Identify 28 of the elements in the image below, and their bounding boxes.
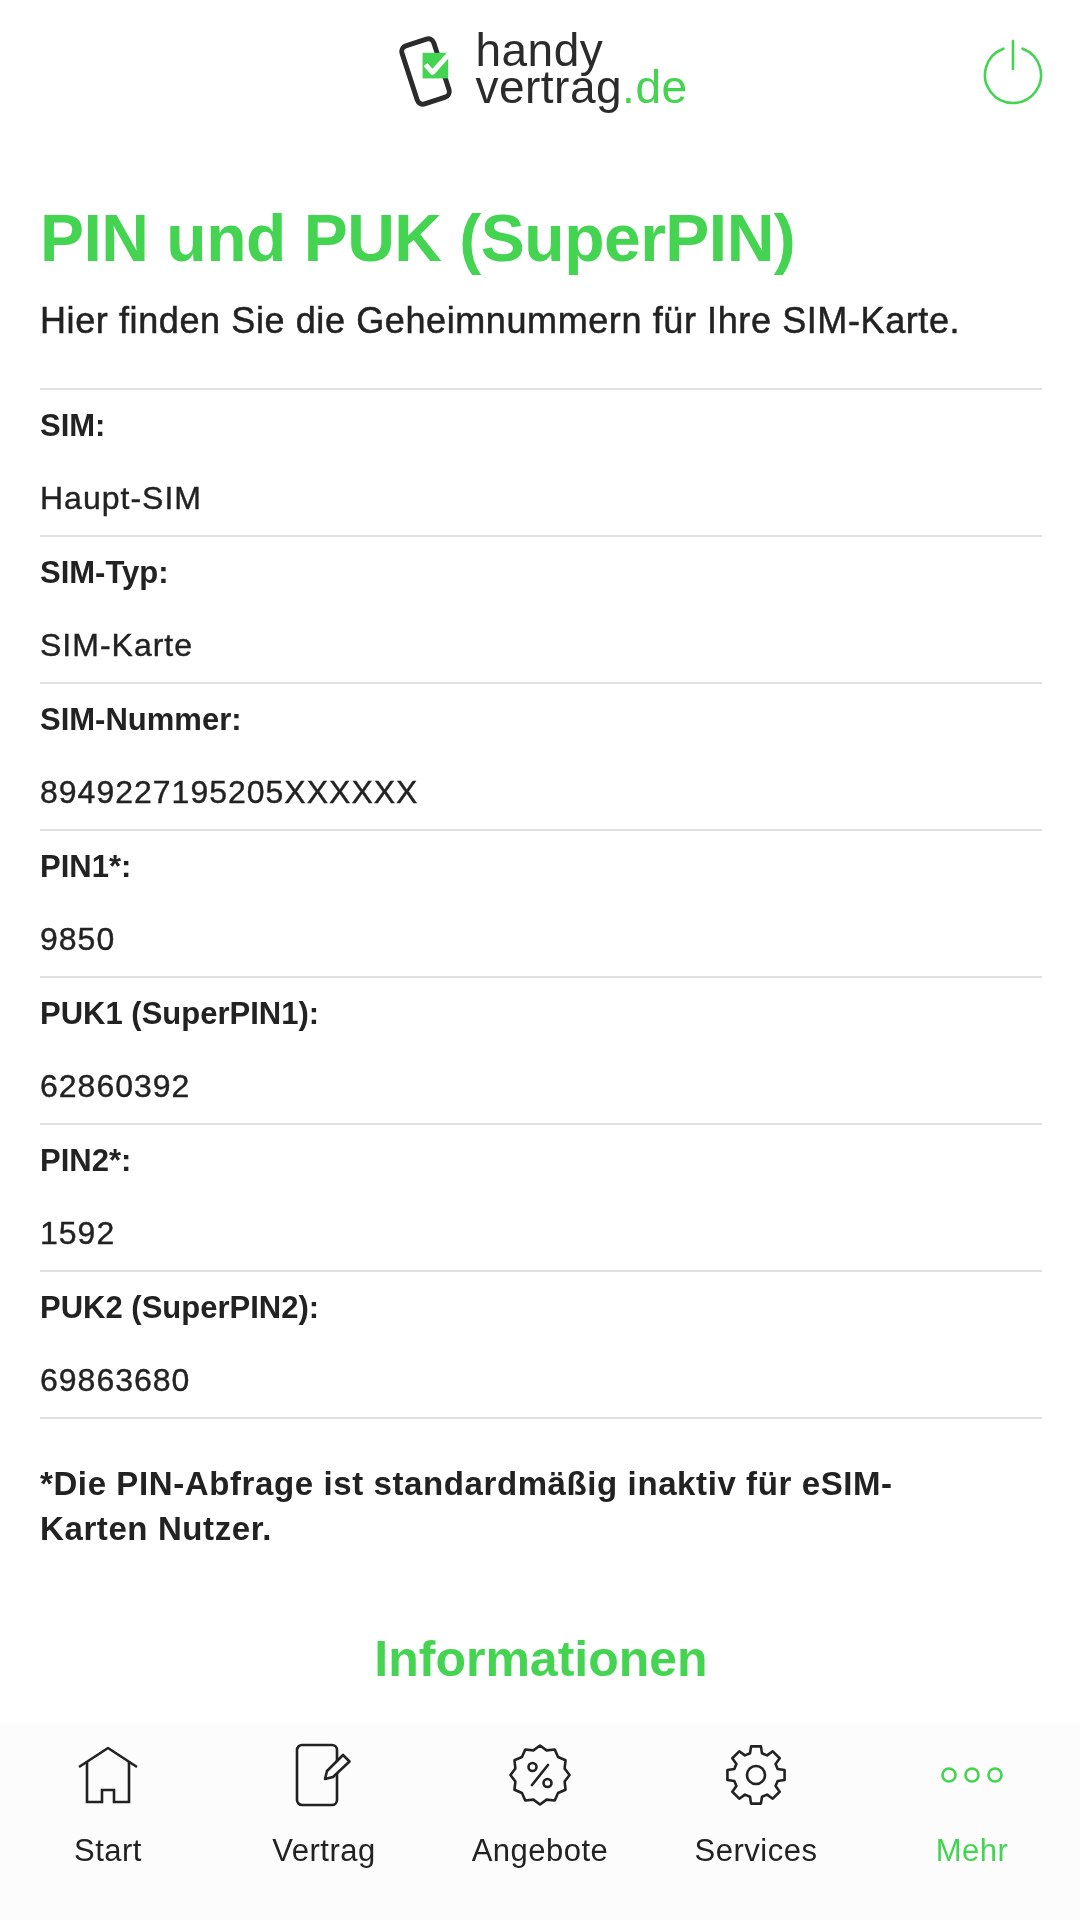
house-icon bbox=[76, 1746, 140, 1804]
section-heading: Informationen bbox=[373, 1630, 709, 1689]
field-label: PUK1 (SuperPIN1): bbox=[40, 995, 320, 1033]
field-label: SIM-Typ: bbox=[40, 554, 169, 592]
footnote: *Die PIN-Abfrage ist standardmäßig inaktiv für eSIM-Karten Nutzer. bbox=[40, 1464, 894, 1549]
tab-bar-item[interactable]: Vertrag bbox=[266, 1742, 382, 1870]
power-icon[interactable] bbox=[982, 39, 1044, 105]
page-title: PIN und PUK (SuperPIN) bbox=[40, 200, 797, 277]
three-dots-icon bbox=[940, 1766, 1004, 1784]
field-value: 1592 bbox=[40, 1214, 116, 1253]
field-value: 62860392 bbox=[40, 1067, 191, 1106]
field-value: 69863680 bbox=[40, 1361, 191, 1400]
document-pen-icon bbox=[295, 1743, 353, 1807]
field-value: Haupt-SIM bbox=[40, 479, 202, 518]
field-value: SIM-Karte bbox=[40, 626, 194, 665]
percent-badge-icon bbox=[508, 1743, 572, 1807]
field-value: 9850 bbox=[40, 920, 116, 959]
page-subtitle: Hier finden Sie die Geheimnummern für Ihre SIM-Karte. bbox=[40, 299, 962, 343]
field-label: SIM: bbox=[40, 407, 106, 445]
gear-icon bbox=[724, 1743, 788, 1807]
field-label: SIM-Nummer: bbox=[40, 701, 242, 739]
field-label: PUK2 (SuperPIN2): bbox=[40, 1289, 320, 1327]
tab-bar-item[interactable]: Services bbox=[688, 1742, 824, 1870]
field-value: 8949227195205XXXXXX bbox=[40, 773, 419, 812]
field-label: PIN1*: bbox=[40, 848, 132, 886]
tab-bar-item[interactable]: Start bbox=[68, 1742, 148, 1870]
field-label: PIN2*: bbox=[40, 1142, 132, 1180]
tab-bar-item[interactable]: Angebote bbox=[465, 1742, 615, 1870]
